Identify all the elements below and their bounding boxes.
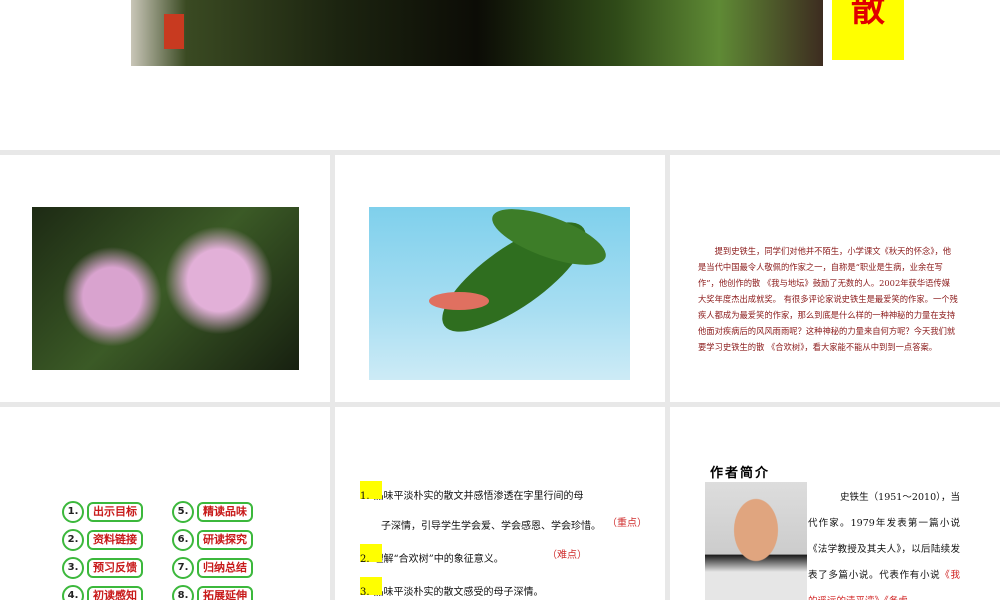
red-banner-flag (164, 14, 184, 49)
slide-4-thumbnail[interactable]: 提到史铁生，同学们对他并不陌生，小学课文《秋天的怀念》，他是当代中国最令人敬佩的… (670, 155, 1000, 402)
slide-5-thumbnail[interactable]: 1. 出示目标 2. 资料链接 3. 预习反馈 4. 初读感知 5. 精读品味 6. 研读探… (0, 407, 330, 600)
tree-banner-image (131, 0, 823, 66)
slide-1-thumbnail[interactable]: 散 (0, 0, 1000, 150)
menu-button-3[interactable]: 3. 预习反馈 (62, 557, 144, 579)
slide-6-thumbnail[interactable]: 1. 品味平淡朴实的散文并感悟渗透在字里行间的母 子深情，引导学生学会爱、学会感恩… (335, 407, 665, 600)
silk-tree-sky-photo (369, 197, 630, 380)
slide-3-thumbnail[interactable] (335, 155, 665, 402)
menu-button-1[interactable]: 1. 出示目标 (62, 501, 144, 523)
menu-button-8[interactable]: 8. 拓展延伸 (172, 585, 254, 600)
menu-button-6[interactable]: 6. 研读探究 (172, 529, 254, 551)
silk-tree-flower-photo (32, 207, 299, 370)
title-char: 散 (851, 0, 885, 30)
author-portrait (705, 482, 807, 600)
objective-1-cont: 子深情，引导学生学会爱、学会感恩、学会珍惜。 (381, 521, 601, 532)
title-box: 散 (832, 0, 904, 60)
menu-button-5[interactable]: 5. 精读品味 (172, 501, 254, 523)
objective-2: 2. 理解“合欢树”中的象征意义。 (360, 544, 504, 565)
difficult-point-note: （难点） (547, 550, 587, 561)
menu-button-2[interactable]: 2. 资料链接 (62, 529, 144, 551)
menu-button-4[interactable]: 4. 初读感知 (62, 585, 144, 600)
slide-2-thumbnail[interactable] (0, 155, 330, 402)
author-intro-heading: 作者简介 (710, 466, 771, 481)
key-point-note: （重点） (607, 518, 647, 529)
objective-1: 1. 品味平淡朴实的散文并感悟渗透在字里行间的母 (360, 481, 584, 502)
menu-button-7[interactable]: 7. 归纳总结 (172, 557, 254, 579)
slide-7-thumbnail[interactable]: 作者简介 史铁生（1951～2010），当代作家。1979年发表第一篇小说《法学… (670, 407, 1000, 600)
author-bio: 史铁生（1951～2010），当代作家。1979年发表第一篇小说《法学教授及其夫… (808, 492, 960, 600)
intro-paragraph: 提到史铁生，同学们对他并不陌生，小学课文《秋天的怀念》，他是当代中国最令人敬佩的… (698, 246, 958, 352)
objective-3: 3. 品味平淡朴实的散文感受的母子深情。 (360, 577, 544, 598)
